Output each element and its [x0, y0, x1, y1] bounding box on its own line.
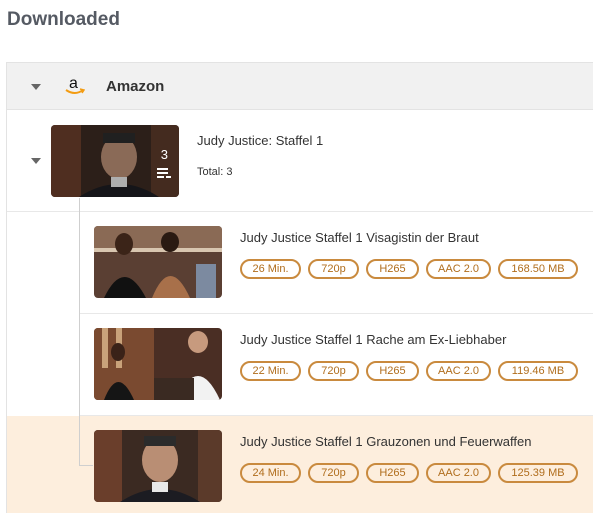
- episode-row[interactable]: Judy Justice Staffel 1 Rache am Ex-Liebh…: [80, 314, 593, 416]
- amazon-logo-icon: a: [64, 75, 86, 98]
- duration-badge: 22 Min.: [240, 361, 301, 381]
- season-row[interactable]: 3 Judy Justice: Staffel 1 Total: 3: [7, 111, 593, 212]
- resolution-badge: 720p: [308, 463, 359, 483]
- episode-title: Judy Justice Staffel 1 Rache am Ex-Liebh…: [240, 332, 507, 347]
- codec-badge: H265: [366, 259, 419, 279]
- selected-row-gutter: [7, 416, 80, 513]
- episode-count: 3: [160, 147, 168, 162]
- episode-row[interactable]: Judy Justice Staffel 1 Visagistin der Br…: [80, 212, 593, 314]
- audio-badge: AAC 2.0: [426, 361, 491, 381]
- duration-badge: 26 Min.: [240, 259, 301, 279]
- episode-row-selected[interactable]: Judy Justice Staffel 1 Grauzonen und Feu…: [80, 416, 593, 513]
- episode-tags: 24 Min. 720p H265 AAC 2.0 125.39 MB: [240, 463, 578, 483]
- filesize-badge: 119.46 MB: [498, 361, 578, 381]
- season-title: Judy Justice: Staffel 1: [197, 133, 324, 148]
- group-header-amazon[interactable]: a Amazon: [7, 63, 593, 110]
- duration-badge: 24 Min.: [240, 463, 301, 483]
- episode-thumbnail: [94, 226, 222, 298]
- tree-connector-branch: [79, 465, 93, 466]
- season-thumbnail: 3: [51, 125, 179, 197]
- codec-badge: H265: [366, 361, 419, 381]
- episode-title: Judy Justice Staffel 1 Grauzonen und Feu…: [240, 434, 532, 449]
- page-title: Downloaded: [7, 9, 120, 30]
- episode-tags: 22 Min. 720p H265 AAC 2.0 119.46 MB: [240, 361, 578, 381]
- resolution-badge: 720p: [308, 259, 359, 279]
- episode-tags: 26 Min. 720p H265 AAC 2.0 168.50 MB: [240, 259, 578, 279]
- resolution-badge: 720p: [308, 361, 359, 381]
- filesize-badge: 168.50 MB: [498, 259, 578, 279]
- episode-title: Judy Justice Staffel 1 Visagistin der Br…: [240, 230, 479, 245]
- season-total: Total: 3: [197, 166, 233, 178]
- filesize-badge: 125.39 MB: [498, 463, 578, 483]
- episode-thumbnail: [94, 328, 222, 400]
- audio-badge: AAC 2.0: [426, 463, 491, 483]
- collapse-caret-icon[interactable]: [31, 158, 41, 164]
- collapse-caret-icon[interactable]: [31, 84, 41, 90]
- playlist-icon: [157, 168, 171, 180]
- episode-thumbnail: [94, 430, 222, 502]
- codec-badge: H265: [366, 463, 419, 483]
- group-title: Amazon: [106, 78, 165, 95]
- tree-connector-line: [79, 198, 80, 466]
- download-list-panel: a Amazon 3 Judy Justice: Staffel 1 Total…: [6, 62, 593, 513]
- audio-badge: AAC 2.0: [426, 259, 491, 279]
